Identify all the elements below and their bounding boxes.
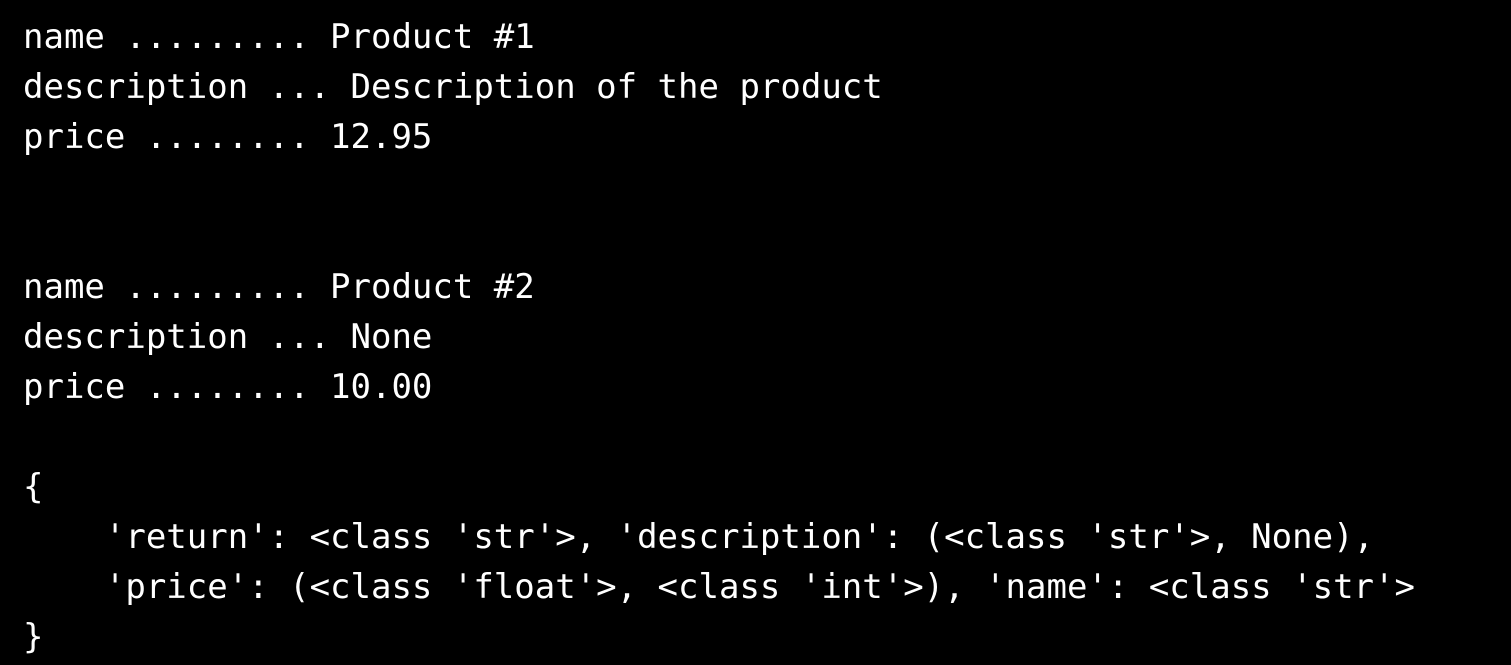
terminal-line: 'price': (<class 'float'>, <class 'int'>… [23, 567, 1415, 607]
terminal-line: price ........ 10.00 [23, 367, 433, 407]
terminal-line: 'return': <class 'str'>, 'description': … [23, 517, 1375, 557]
terminal-line: description ... None [23, 317, 433, 357]
terminal-output: name ......... Product #1 description ..… [0, 0, 1511, 665]
terminal-line: name ......... Product #2 [23, 267, 535, 307]
terminal-line: { [23, 467, 44, 507]
terminal-line: name ......... Product #1 [23, 17, 535, 57]
terminal-line: price ........ 12.95 [23, 117, 433, 157]
terminal-line: description ... Description of the produ… [23, 67, 883, 107]
terminal-line: } [23, 617, 44, 657]
